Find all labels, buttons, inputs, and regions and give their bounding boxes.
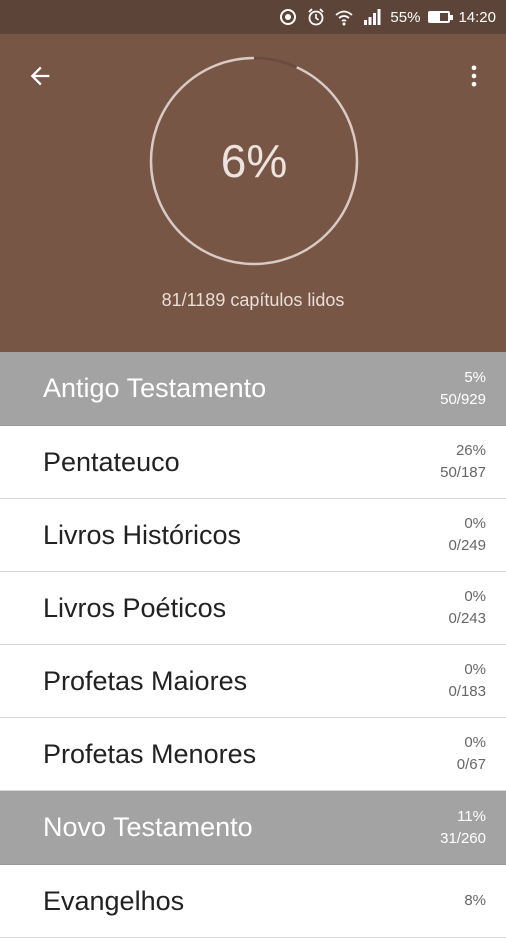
row-percent: 0% — [464, 588, 486, 605]
row-percent: 0% — [464, 515, 486, 532]
row-stats: 26% 50/187 — [440, 440, 486, 484]
row-title: Pentateuco — [43, 446, 180, 477]
row-count: 31/260 — [440, 829, 486, 847]
sync-icon — [278, 7, 298, 27]
clock: 14:20 — [458, 8, 496, 26]
row-count: 0/249 — [448, 537, 486, 554]
overflow-menu-button[interactable] — [456, 58, 492, 94]
row-count: 0/183 — [448, 683, 486, 700]
more-vert-icon — [471, 65, 477, 87]
row-stats: 0% 0/243 — [448, 586, 486, 630]
row-percent: 0% — [464, 661, 486, 678]
row-stats: 11% 31/260 — [440, 806, 486, 850]
row-title: Evangelhos — [43, 885, 185, 916]
row-percent: 5% — [464, 368, 486, 386]
row-percent: 8% — [464, 892, 486, 909]
wifi-icon — [334, 7, 354, 27]
alarm-icon — [306, 7, 326, 27]
row-stats: 0% 0/249 — [448, 513, 486, 557]
row-stats: 0% 0/183 — [448, 659, 486, 703]
list-item[interactable]: Evangelhos 8% — [0, 865, 506, 938]
back-button[interactable] — [22, 58, 58, 94]
row-title: Livros Históricos — [43, 519, 242, 550]
battery-percent: 55% — [390, 8, 421, 26]
row-percent: 26% — [455, 442, 486, 459]
book-group-list: Antigo Testamento 5% 50/929 Pentateuco 26% 50… — [0, 352, 506, 938]
section-row[interactable]: Novo Testamento 11% 31/260 — [0, 791, 506, 865]
progress-header: 6% 81/1189 capítulos lidos — [0, 34, 506, 352]
list-item[interactable]: Pentateuco 26% 50/187 — [0, 426, 506, 499]
row-title: Profetas Maiores — [43, 665, 248, 696]
row-title: Novo Testamento — [43, 812, 253, 842]
list-item[interactable]: Profetas Maiores 0% 0/183 — [0, 645, 506, 718]
chapters-read-label: 81/1189 capítulos lidos — [161, 290, 345, 310]
row-count: 0/67 — [456, 756, 486, 773]
row-title: Profetas Menores — [43, 738, 257, 769]
row-title: Antigo Testamento — [43, 373, 267, 403]
section-row[interactable]: Antigo Testamento 5% 50/929 — [0, 352, 506, 426]
progress-percent: 6% — [220, 135, 288, 187]
list-item[interactable]: Profetas Menores 0% 0/67 — [0, 718, 506, 791]
list-item[interactable]: Livros Poéticos 0% 0/243 — [0, 572, 506, 645]
row-stats: 0% 0/67 — [457, 732, 486, 776]
row-stats: 8% — [464, 890, 486, 912]
row-count: 0/243 — [448, 610, 486, 627]
row-stats: 5% 50/929 — [440, 367, 486, 411]
arrow-back-icon — [30, 66, 50, 86]
signal-icon — [362, 7, 382, 27]
battery-icon — [428, 11, 454, 23]
row-title: Livros Poéticos — [43, 592, 227, 623]
row-count: 50/187 — [440, 464, 486, 481]
row-percent: 0% — [464, 734, 486, 751]
row-percent: 11% — [457, 807, 486, 825]
row-count: 50/929 — [440, 390, 486, 408]
list-item[interactable]: Livros Históricos 0% 0/249 — [0, 499, 506, 572]
status-bar: 55% 14:20 — [0, 0, 506, 34]
